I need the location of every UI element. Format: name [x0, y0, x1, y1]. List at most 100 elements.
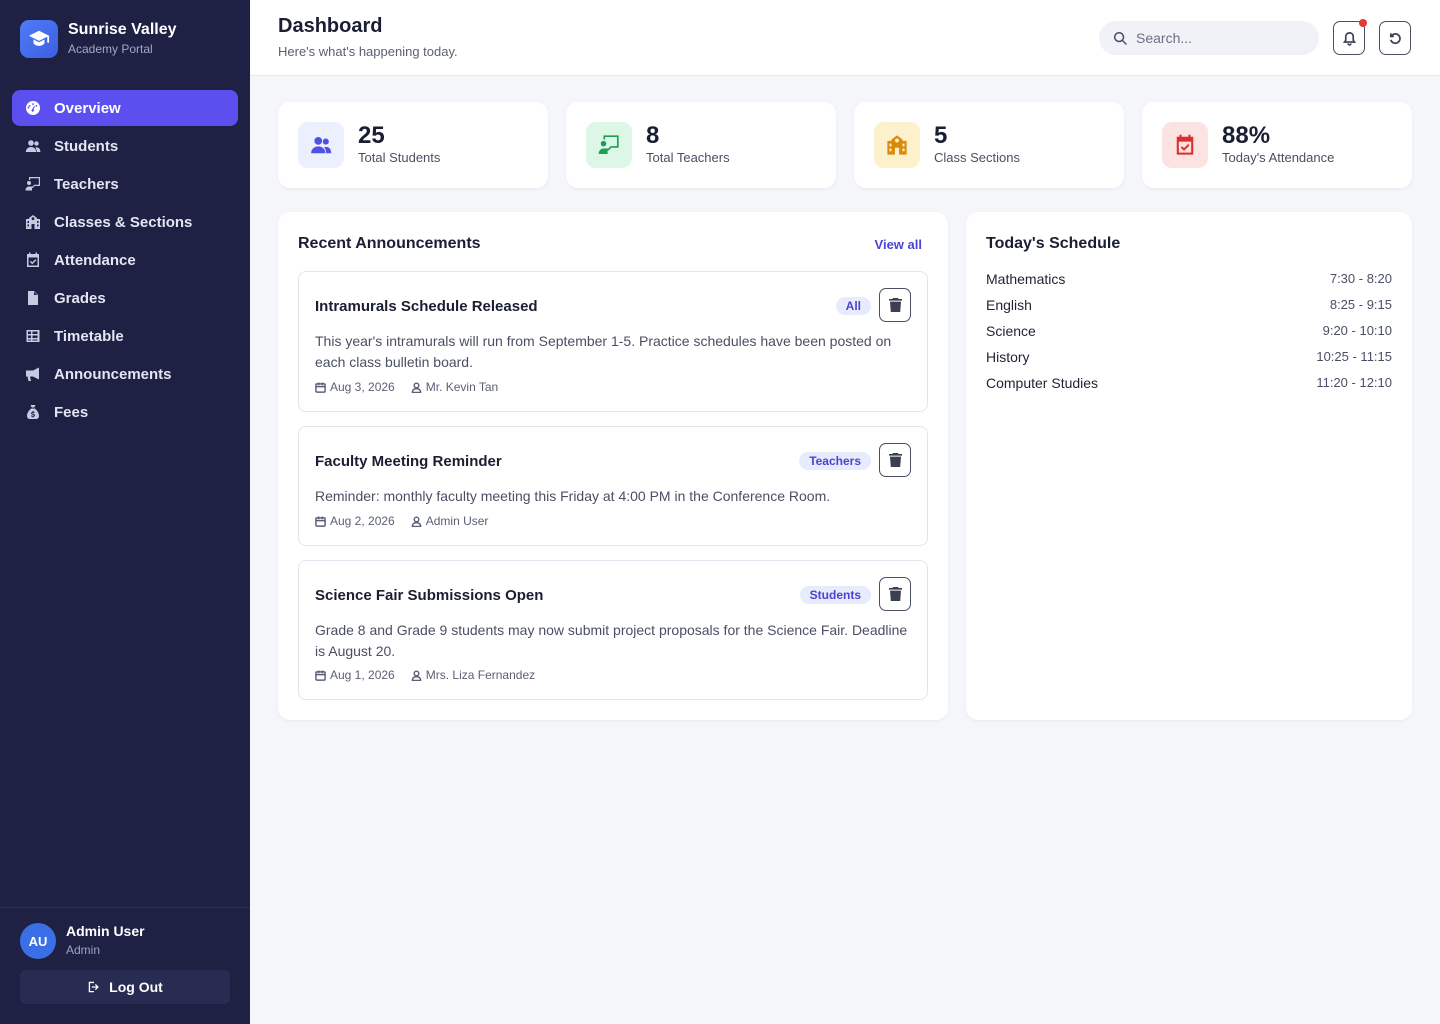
sidebar-nav: Overview Students Teachers Classes & Sec…	[12, 90, 238, 432]
delete-button[interactable]	[879, 577, 911, 611]
stat-label: Today's Attendance	[1222, 150, 1335, 165]
gauge-icon	[24, 99, 42, 117]
brand-subtitle: Academy Portal	[68, 42, 153, 56]
announcement-card[interactable]: Faculty Meeting Reminder Teachers Remind…	[298, 426, 928, 546]
announcement-body: Grade 8 and Grade 9 students may now sub…	[315, 622, 908, 659]
top-header: Dashboard Here's what's happening today.	[250, 0, 1440, 76]
user-name: Admin User	[66, 923, 145, 939]
schedule-time: 8:25 - 9:15	[1329, 297, 1392, 312]
users-icon	[298, 122, 344, 168]
schedule-time: 11:20 - 12:10	[1316, 375, 1392, 390]
announcement-body: This year's intramurals will run from Se…	[315, 333, 892, 370]
schedule-time: 9:20 - 10:10	[1322, 323, 1392, 338]
calendar-check-icon	[1162, 122, 1208, 168]
stat-card-attendance: 88% Today's Attendance	[1142, 102, 1412, 188]
sidebar-item-timetable[interactable]: Timetable	[12, 318, 238, 354]
megaphone-icon	[24, 365, 42, 383]
schedule-panel: Today's Schedule Mathematics 7:30 - 8:20…	[966, 212, 1412, 720]
calendar-icon	[315, 515, 326, 527]
sidebar-item-students[interactable]: Students	[12, 128, 238, 164]
sidebar-item-label: Overview	[54, 99, 121, 117]
logout-label: Log Out	[109, 979, 163, 995]
audience-badge: Students	[799, 586, 871, 604]
announcement-title: Science Fair Submissions Open	[315, 587, 544, 604]
refresh-button[interactable]	[1379, 21, 1411, 55]
brand-title: Sunrise Valley	[68, 21, 177, 38]
schedule-time: 10:25 - 11:15	[1316, 349, 1392, 364]
announcement-card[interactable]: Science Fair Submissions Open Students G…	[298, 560, 928, 700]
announcement-card[interactable]: Intramurals Schedule Released All This y…	[298, 271, 928, 412]
announcement-author: Admin User	[425, 514, 489, 528]
stat-label: Total Students	[358, 150, 441, 165]
page-title: Dashboard	[278, 15, 383, 37]
announcement-title: Faculty Meeting Reminder	[315, 453, 502, 470]
schedule-row: Mathematics 7:30 - 8:20	[986, 271, 1392, 287]
calendar-check-icon	[24, 251, 42, 269]
trash-icon	[888, 453, 902, 467]
stat-card-sections: 5 Class Sections	[854, 102, 1124, 188]
notifications-button[interactable]	[1333, 19, 1367, 55]
sidebar-item-label: Students	[54, 137, 119, 155]
audience-badge: All	[835, 297, 871, 315]
sidebar-item-fees[interactable]: Fees	[12, 394, 238, 430]
schedule-row: History 10:25 - 11:15	[986, 349, 1392, 365]
schedule-subject: History	[986, 349, 1030, 365]
user-icon	[411, 515, 422, 527]
sidebar-item-overview[interactable]: Overview	[12, 90, 238, 126]
sidebar-item-classes-sections[interactable]: Classes & Sections	[12, 204, 238, 240]
announcement-date: Aug 1, 2026	[330, 668, 395, 682]
search-icon	[1113, 31, 1127, 45]
avatar: AU	[20, 923, 56, 959]
calendar-icon	[315, 669, 326, 681]
announcement-title: Intramurals Schedule Released	[315, 298, 538, 315]
user-role: Admin	[66, 943, 101, 957]
school-icon	[24, 213, 42, 231]
brand[interactable]: Sunrise Valley Academy Portal	[20, 20, 177, 58]
announcement-meta: Aug 1, 2026 Mrs. Liza Fernandez	[315, 668, 535, 682]
stat-value: 88%	[1222, 122, 1271, 149]
schedule-row: Science 9:20 - 10:10	[986, 323, 1392, 339]
delete-button[interactable]	[879, 443, 911, 477]
announcements-panel: Recent Announcements View all Intramural…	[278, 212, 948, 720]
sign-out-icon	[88, 981, 99, 993]
sidebar-item-announcements[interactable]: Announcements	[12, 356, 238, 392]
table-icon	[24, 327, 42, 345]
announcement-body: Reminder: monthly faculty meeting this F…	[315, 488, 831, 504]
search-input[interactable]	[1136, 30, 1306, 46]
stat-label: Class Sections	[934, 150, 1020, 165]
sidebar: Sunrise Valley Academy Portal Overview S…	[0, 0, 250, 1024]
logout-button[interactable]: Log Out	[20, 970, 230, 1004]
users-icon	[24, 137, 42, 155]
user-profile[interactable]: AU Admin User Admin	[20, 922, 145, 960]
sidebar-item-attendance[interactable]: Attendance	[12, 242, 238, 278]
stat-value: 8	[646, 122, 660, 149]
chalkboard-teacher-icon	[24, 175, 42, 193]
search-box	[1099, 21, 1319, 55]
sidebar-item-label: Announcements	[54, 365, 172, 383]
announcement-date: Aug 3, 2026	[330, 380, 395, 394]
schedule-row: English 8:25 - 9:15	[986, 297, 1392, 313]
announcement-author: Mrs. Liza Fernandez	[425, 668, 536, 682]
page-subtitle: Here's what's happening today.	[278, 44, 458, 59]
sidebar-item-teachers[interactable]: Teachers	[12, 166, 238, 202]
stat-card-students: 25 Total Students	[278, 102, 548, 188]
delete-button[interactable]	[879, 288, 911, 322]
view-all-link[interactable]: View all	[875, 237, 922, 252]
announcement-meta: Aug 3, 2026 Mr. Kevin Tan	[315, 380, 498, 394]
user-icon	[411, 381, 422, 393]
refresh-icon	[1389, 32, 1401, 44]
bell-icon	[1342, 31, 1356, 46]
audience-badge: Teachers	[799, 452, 871, 470]
stat-value: 5	[934, 122, 948, 149]
sidebar-item-grades[interactable]: Grades	[12, 280, 238, 316]
sidebar-item-label: Timetable	[54, 327, 124, 345]
sidebar-item-label: Fees	[54, 403, 89, 421]
school-icon	[874, 122, 920, 168]
trash-icon	[888, 587, 902, 601]
schedule-subject: English	[986, 297, 1032, 313]
announcement-author: Mr. Kevin Tan	[425, 380, 499, 394]
user-icon	[411, 669, 422, 681]
chalkboard-teacher-icon	[586, 122, 632, 168]
stat-value: 25	[358, 122, 385, 149]
announcement-meta: Aug 2, 2026 Admin User	[315, 514, 488, 528]
